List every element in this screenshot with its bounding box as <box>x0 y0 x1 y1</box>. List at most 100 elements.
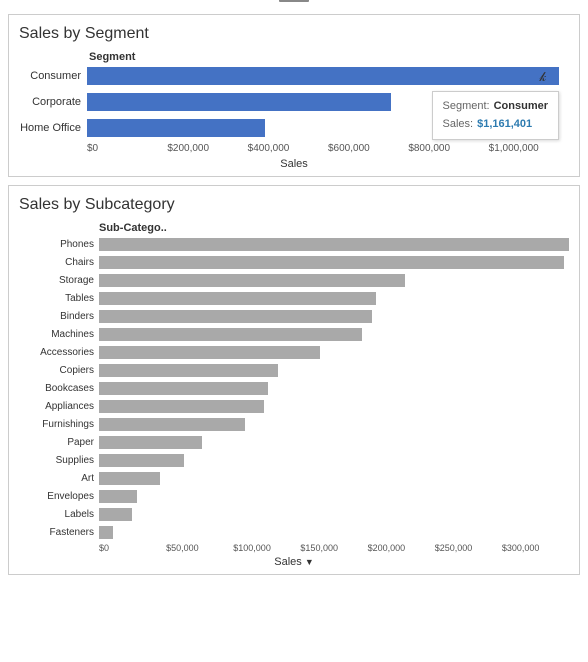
sub-bar-accessories <box>99 346 320 359</box>
sub-label-bookcases: Bookcases <box>19 383 99 394</box>
segment-x-label-800k: $800,000 <box>408 143 488 154</box>
sub-bar-container-chairs <box>99 256 569 269</box>
sub-x-label-300k: $300,000 <box>502 543 569 553</box>
subcategory-x-axis-title: Sales ▼ <box>19 556 569 568</box>
segment-bar-homeoffice <box>87 119 265 137</box>
segment-x-label-400k: $400,000 <box>248 143 328 154</box>
sub-x-label-100k: $100,000 <box>233 543 300 553</box>
sub-bar-envelopes <box>99 490 137 503</box>
sub-bar-machines <box>99 328 362 341</box>
sub-x-label-0: $0 <box>99 543 166 553</box>
segment-x-axis: $0 $200,000 $400,000 $600,000 $800,000 $… <box>87 143 569 154</box>
tooltip-sales-label: Sales: <box>443 116 474 134</box>
sub-bar-container-furnishings <box>99 418 569 431</box>
sub-bar-storage <box>99 274 405 287</box>
segment-chart-title: Sales by Segment <box>19 25 569 43</box>
segment-chart: Segment Consumer 𝓀 Corporate Home Office <box>19 51 569 170</box>
segment-bar-consumer <box>87 67 559 85</box>
subcategory-chart-title: Sales by Subcategory <box>19 196 569 214</box>
sub-bar-container-tables <box>99 292 569 305</box>
sub-x-label-250k: $250,000 <box>435 543 502 553</box>
sub-bar-labels <box>99 508 132 521</box>
segment-label-corporate: Corporate <box>19 96 87 108</box>
tooltip-segment-row: Segment: Consumer <box>443 98 549 116</box>
sub-bar-row-furnishings[interactable]: Furnishings <box>19 416 569 432</box>
sub-bar-row-labels[interactable]: Labels <box>19 506 569 522</box>
segment-x-label-1m: $1,000,000 <box>489 143 569 154</box>
sub-bar-row-paper[interactable]: Paper <box>19 434 569 450</box>
sub-bar-row-storage[interactable]: Storage <box>19 272 569 288</box>
sub-bar-container-storage <box>99 274 569 287</box>
sub-bar-row-chairs[interactable]: Chairs <box>19 254 569 270</box>
sub-bar-row-phones[interactable]: Phones <box>19 236 569 252</box>
subcategory-chart-section: Sales by Subcategory Sub-Catego.. Phones… <box>8 185 580 575</box>
segment-bar-corporate <box>87 93 391 111</box>
sub-label-tables: Tables <box>19 293 99 304</box>
sub-bar-container-bookcases <box>99 382 569 395</box>
segment-bar-container-consumer: 𝓀 <box>87 67 569 85</box>
segment-x-label-0: $0 <box>87 143 167 154</box>
sub-bar-appliances <box>99 400 264 413</box>
sub-bar-row-copiers[interactable]: Copiers <box>19 362 569 378</box>
sub-label-labels: Labels <box>19 509 99 520</box>
sub-bar-phones <box>99 238 569 251</box>
sub-bar-container-machines <box>99 328 569 341</box>
sub-bar-container-paper <box>99 436 569 449</box>
sub-bar-binders <box>99 310 372 323</box>
sub-label-furnishings: Furnishings <box>19 419 99 430</box>
sub-bar-row-binders[interactable]: Binders <box>19 308 569 324</box>
sub-bar-row-art[interactable]: Art <box>19 470 569 486</box>
sub-label-fasteners: Fasteners <box>19 527 99 538</box>
sub-label-accessories: Accessories <box>19 347 99 358</box>
sub-bar-row-appliances[interactable]: Appliances <box>19 398 569 414</box>
filter-icon[interactable]: ▼ <box>305 557 314 567</box>
sub-bar-paper <box>99 436 202 449</box>
sub-bar-row-tables[interactable]: Tables <box>19 290 569 306</box>
sub-x-label-200k: $200,000 <box>368 543 435 553</box>
subcategory-axis-header: Sub-Catego.. <box>99 222 569 234</box>
segment-x-label-600k: $600,000 <box>328 143 408 154</box>
sub-bar-fasteners <box>99 526 113 539</box>
tooltip-sales-value: $1,161,401 <box>477 116 532 134</box>
sub-label-paper: Paper <box>19 437 99 448</box>
segment-x-label-200k: $200,000 <box>167 143 247 154</box>
sub-bar-container-appliances <box>99 400 569 413</box>
sub-label-envelopes: Envelopes <box>19 491 99 502</box>
subcategory-x-axis: $0 $50,000 $100,000 $150,000 $200,000 $2… <box>99 543 569 553</box>
sub-bar-row-accessories[interactable]: Accessories <box>19 344 569 360</box>
sub-bar-container-art <box>99 472 569 485</box>
sub-bar-row-fasteners[interactable]: Fasteners <box>19 524 569 540</box>
segment-tooltip: Segment: Consumer Sales: $1,161,401 <box>432 91 560 140</box>
sub-bar-row-supplies[interactable]: Supplies <box>19 452 569 468</box>
sub-label-phones: Phones <box>19 239 99 250</box>
sub-label-chairs: Chairs <box>19 257 99 268</box>
segment-x-axis-title: Sales <box>19 158 569 170</box>
drag-handle[interactable] <box>0 0 588 6</box>
sub-bar-row-machines[interactable]: Machines <box>19 326 569 342</box>
sub-label-binders: Binders <box>19 311 99 322</box>
sub-bar-container-phones <box>99 238 569 251</box>
segment-label-consumer: Consumer <box>19 70 87 82</box>
sub-label-copiers: Copiers <box>19 365 99 376</box>
sub-bar-art <box>99 472 160 485</box>
sub-bar-supplies <box>99 454 184 467</box>
sub-bar-furnishings <box>99 418 245 431</box>
sub-label-appliances: Appliances <box>19 401 99 412</box>
tooltip-segment-label: Segment: <box>443 98 490 116</box>
sub-bar-container-labels <box>99 508 569 521</box>
segment-bar-row-consumer[interactable]: Consumer 𝓀 <box>19 65 569 87</box>
sub-bar-container-supplies <box>99 454 569 467</box>
sub-label-supplies: Supplies <box>19 455 99 466</box>
sub-bar-container-envelopes <box>99 490 569 503</box>
segment-chart-section: Sales by Segment Segment Consumer 𝓀 Corp… <box>8 14 580 177</box>
sub-bar-container-binders <box>99 310 569 323</box>
sub-bar-container-accessories <box>99 346 569 359</box>
sub-label-machines: Machines <box>19 329 99 340</box>
sub-x-label-50k: $50,000 <box>166 543 233 553</box>
sub-bar-row-bookcases[interactable]: Bookcases <box>19 380 569 396</box>
subcategory-chart: Sub-Catego.. Phones Chairs Storage Table… <box>19 222 569 568</box>
segment-axis-header: Segment <box>89 51 569 63</box>
sub-bar-row-envelopes[interactable]: Envelopes <box>19 488 569 504</box>
sub-x-label-150k: $150,000 <box>300 543 367 553</box>
sub-bar-chairs <box>99 256 564 269</box>
